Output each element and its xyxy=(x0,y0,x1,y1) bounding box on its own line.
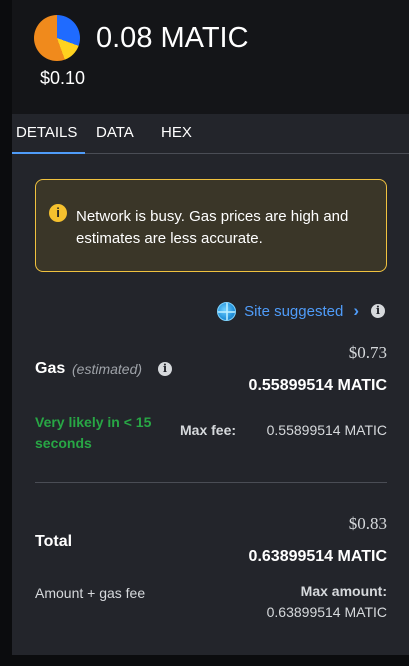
globe-icon xyxy=(217,301,237,321)
gas-label: Gas xyxy=(35,360,66,377)
gas-timing-estimate: Very likely in < 15 seconds xyxy=(35,414,152,451)
site-suggested-row[interactable]: Site suggested › i xyxy=(217,300,385,322)
transaction-amount: 0.08 MATIC xyxy=(96,22,249,54)
gas-fiat-value: $0.73 xyxy=(348,343,387,362)
tab-hex[interactable]: HEX xyxy=(161,124,192,142)
gas-estimated-label: (estimated) xyxy=(72,361,143,377)
gas-native-value: 0.55899514 MATIC xyxy=(248,377,387,394)
total-label: Total xyxy=(35,533,73,550)
max-amount-value: 0.63899514 MATIC xyxy=(266,604,387,620)
polygon-token-icon xyxy=(34,15,80,61)
chevron-right-icon[interactable]: › xyxy=(353,301,359,321)
site-suggested-link[interactable]: Site suggested xyxy=(244,303,343,320)
info-icon: i xyxy=(49,204,67,222)
total-native-value: 0.63899514 MATIC xyxy=(248,548,387,565)
window-edge xyxy=(0,0,12,666)
info-icon[interactable]: i xyxy=(371,304,385,318)
max-amount-label: Max amount: xyxy=(300,583,387,599)
confirm-transaction-panel: 0.08 MATIC $0.10 DETAILS DATA HEX i Netw… xyxy=(11,0,409,655)
amount-gas-fee-label: Amount + gas fee xyxy=(35,585,146,601)
max-fee-label: Max fee: xyxy=(180,422,237,438)
alert-message: Network is busy. Gas prices are high and… xyxy=(76,208,349,247)
divider xyxy=(35,482,387,483)
transaction-fiat-amount: $0.10 xyxy=(40,68,86,88)
total-fiat-value: $0.83 xyxy=(348,514,387,533)
max-fee-value: 0.55899514 MATIC xyxy=(266,422,387,438)
network-busy-alert: i Network is busy. Gas prices are high a… xyxy=(35,179,387,272)
tab-bar: DETAILS DATA HEX xyxy=(11,114,409,154)
transaction-header: 0.08 MATIC $0.10 xyxy=(12,0,409,114)
gas-info-icon[interactable]: i xyxy=(158,362,172,376)
tab-details[interactable]: DETAILS xyxy=(11,124,86,154)
tab-data[interactable]: DATA xyxy=(96,124,134,142)
